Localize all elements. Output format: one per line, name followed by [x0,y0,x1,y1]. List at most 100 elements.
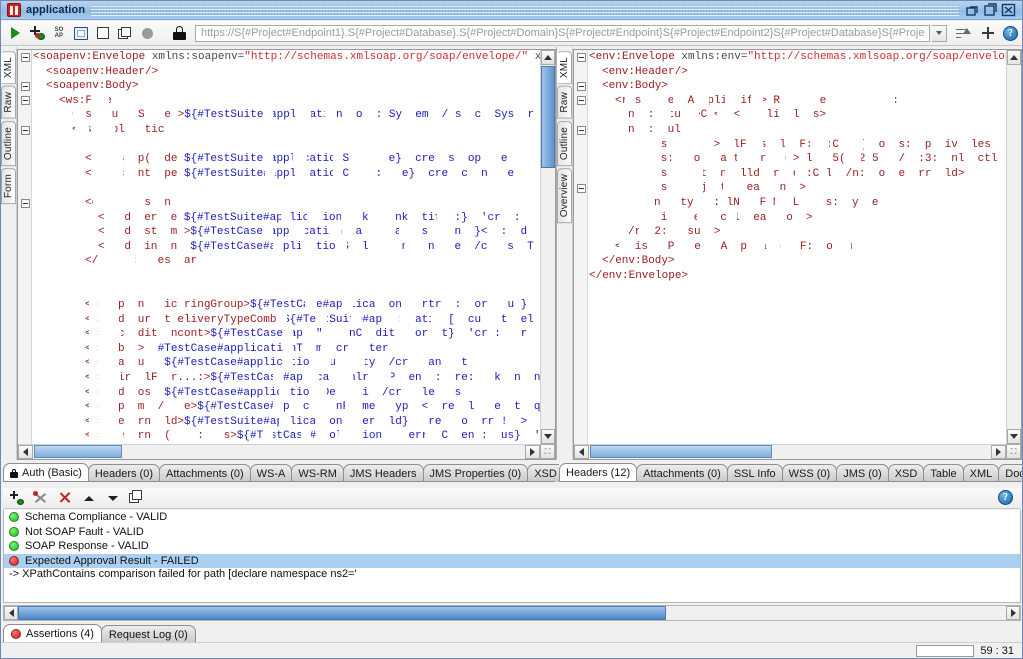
response-xml-editor[interactable]: <env:Envelope xmlns:env="http://schemas.… [573,49,1022,460]
request-tab-jms-headers[interactable]: JMS Headers [342,464,424,482]
fold-toggle-icon[interactable] [577,52,586,62]
scroll-left-icon[interactable] [574,445,589,459]
scroll-down-icon[interactable] [541,429,555,444]
fold-toggle-icon[interactable] [21,81,30,91]
add-assertion-button[interactable] [27,23,47,43]
response-xml-content[interactable]: <env:Envelope xmlns:env="http://schemas.… [589,50,1006,444]
redaction-mask [443,298,453,312]
redaction-mask [113,166,123,180]
response-hscroll-thumb[interactable] [590,445,772,458]
assertion-row[interactable]: SOAP Response - VALID [4,539,1020,554]
request-tab-ws-rm[interactable]: WS-RM [291,464,344,482]
clone-request-button[interactable] [115,23,135,43]
assertions-hscroll-thumb[interactable] [18,606,666,620]
editor-corner-box[interactable]: ⛶ [540,444,555,459]
request-tab-ws-a[interactable]: WS-A [249,464,293,482]
fold-toggle-icon[interactable] [577,183,586,193]
assertion-row[interactable]: Expected Approval Result - FAILED [4,553,1020,569]
response-tab-xsd[interactable]: XSD [887,464,925,482]
clone-assertion-button[interactable] [129,490,145,506]
assertions-horizontal-scrollbar[interactable] [3,605,1021,621]
form-view-button[interactable] [71,23,91,43]
scroll-up-icon[interactable] [1007,50,1021,65]
response-tab-xml[interactable]: XML [962,464,1000,482]
request-horizontal-scrollbar[interactable]: ⛶ [18,444,555,459]
scroll-right-icon[interactable] [525,445,540,459]
run-button[interactable] [5,23,25,43]
redaction-mask [785,137,795,151]
response-vertical-scrollbar[interactable] [1006,50,1021,444]
redaction-mask [89,327,97,341]
request-tab-auth-basic[interactable]: Auth (Basic) [3,463,89,482]
request-hscroll-thumb[interactable] [34,445,122,458]
maximize-icon[interactable] [983,3,998,17]
request-vertical-scrollbar[interactable] [540,50,555,444]
request-view-tab-form[interactable]: Form [1,167,16,205]
close-icon[interactable] [1001,3,1016,17]
request-view-tab-xml[interactable]: XML [1,51,16,85]
valid-status-icon [9,541,19,552]
stop-button[interactable] [137,23,157,43]
response-tab-attachments-0[interactable]: Attachments (0) [636,464,728,482]
assertion-row[interactable]: Not SOAP Fault - VALID [4,525,1020,540]
window-button[interactable] [93,23,113,43]
scroll-right-icon[interactable] [991,445,1006,459]
bottom-tab-assertions-4[interactable]: Assertions (4) [3,624,102,643]
move-up-button[interactable] [81,490,97,506]
editor-corner-box[interactable]: ⛶ [1006,444,1021,459]
response-tab-ssl-info[interactable]: SSL Info [726,464,783,482]
view-tab-label: XML [3,57,14,79]
response-tab-table[interactable]: Table [923,464,964,482]
add-assertion-button[interactable] [9,490,25,506]
move-down-button[interactable] [105,490,121,506]
request-tab-attachments-0[interactable]: Attachments (0) [159,464,251,482]
response-tab-headers-12[interactable]: Headers (12) [559,463,638,482]
response-view-tab-outline[interactable]: Outline [557,120,572,166]
assertions-help-icon[interactable]: ? [998,490,1013,505]
delete-assertion-button[interactable] [57,490,73,506]
request-vscroll-thumb[interactable] [541,66,555,168]
endpoint-url-field[interactable] [195,24,930,42]
scroll-down-icon[interactable] [1007,429,1021,444]
response-horizontal-scrollbar[interactable]: ⛶ [574,444,1021,459]
add-endpoint-button[interactable] [978,23,998,43]
endpoint-url-input[interactable] [199,26,926,40]
fold-toggle-icon[interactable] [21,125,30,135]
assertion-row[interactable]: Schema Compliance - VALID [4,510,1020,525]
scroll-right-icon[interactable] [1006,606,1020,620]
response-view-tab-overview[interactable]: Overview [557,167,572,224]
request-view-tab-raw[interactable]: Raw [1,86,16,119]
request-tab-jms-properties-0[interactable]: JMS Properties (0) [422,464,529,482]
fold-toggle-icon[interactable] [21,52,30,62]
fold-toggle-icon[interactable] [21,198,30,208]
redaction-mask [637,122,647,136]
scroll-up-icon[interactable] [541,50,555,65]
request-pane: XML Raw Outline Form <soapenv:Envelope xmln… [1,47,557,460]
request-view-tab-outline[interactable]: Outline [1,120,16,166]
request-xml-editor[interactable]: <soapenv:Envelope xmlns:soapenv="http://… [17,49,556,460]
request-xml-content[interactable]: <soapenv:Envelope xmlns:soapenv="http://… [33,50,540,444]
bottom-tab-request-log-0[interactable]: Request Log (0) [100,625,196,643]
response-view-tab-raw[interactable]: Raw [557,86,572,119]
fold-toggle-icon[interactable] [21,96,30,106]
minimize-icon[interactable] [965,3,980,17]
endpoint-dropdown-button[interactable] [932,24,947,42]
configure-assertion-button[interactable] [33,490,49,506]
redaction-mask [141,93,157,107]
scroll-left-icon[interactable] [4,606,18,620]
response-tab-wss-0[interactable]: WSS (0) [781,464,838,482]
response-view-tab-xml[interactable]: XML [557,51,572,85]
pane-divider[interactable] [556,47,557,460]
assertions-list[interactable]: Schema Compliance - VALID Not SOAP Fault … [3,510,1021,603]
request-tab-headers-0[interactable]: Headers (0) [87,464,160,482]
response-tab-jms-0[interactable]: JMS (0) [836,464,889,482]
scroll-left-icon[interactable] [18,445,33,459]
tab-label: Headers (0) [94,467,153,480]
help-icon[interactable]: ? [1003,25,1018,41]
fold-toggle-icon[interactable] [577,81,586,91]
soap-format-button[interactable]: SO AP [49,23,69,43]
response-tab-doc[interactable]: Doc [998,464,1022,482]
filter-icon[interactable] [953,23,973,43]
fold-toggle-icon[interactable] [577,96,586,106]
fold-toggle-icon[interactable] [577,125,586,135]
